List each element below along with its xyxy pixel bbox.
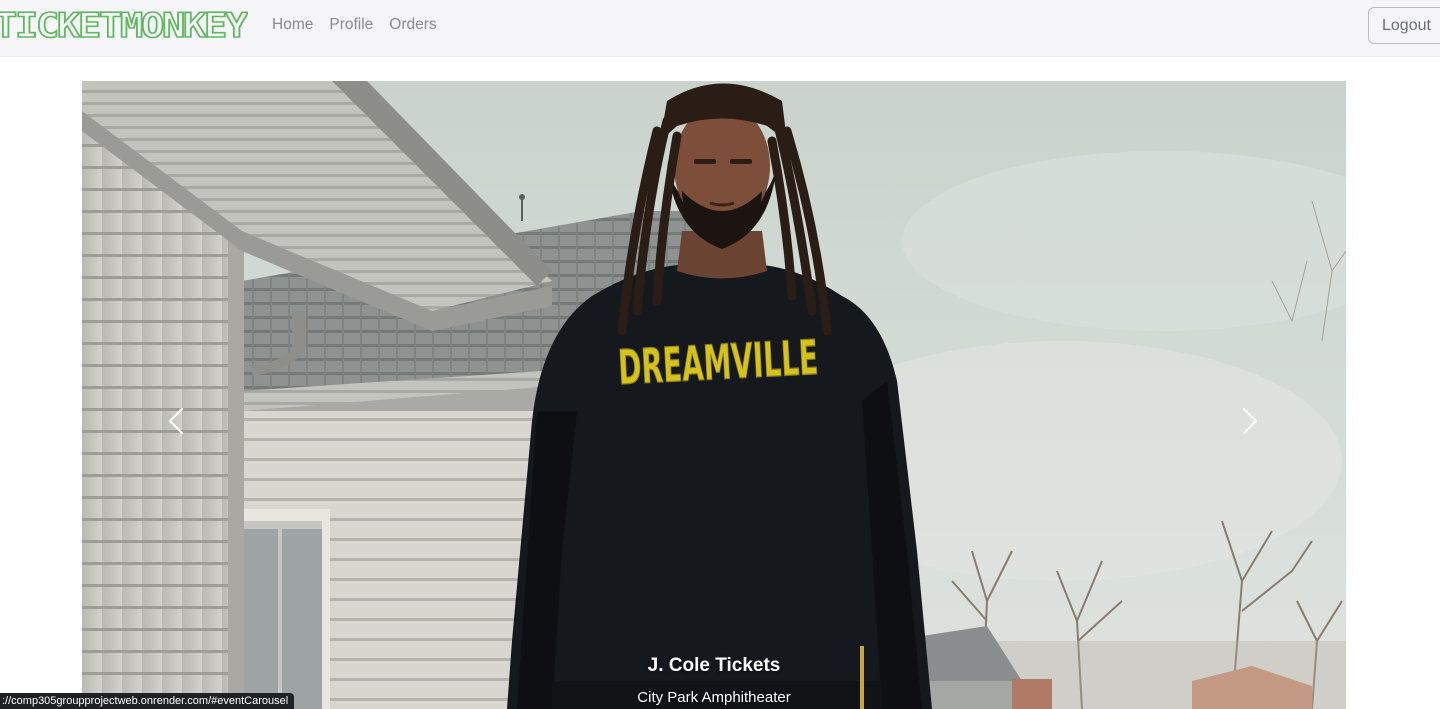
nav-link-home[interactable]: Home xyxy=(272,16,313,34)
navbar: .lg{font-family:"DejaVu Sans Mono",monos… xyxy=(0,0,1440,57)
logout-button[interactable]: Logout xyxy=(1368,7,1440,44)
nav-links: Home Profile Orders xyxy=(272,0,453,50)
chevron-right-icon xyxy=(1242,407,1258,435)
event-carousel: DREAMVILLE J. Cole Tickets City Park Amp… xyxy=(82,81,1346,709)
nav-link-orders[interactable]: Orders xyxy=(389,16,436,34)
svg-text:TICKETMONKEY: TICKETMONKEY xyxy=(0,6,248,44)
carousel-caption-title: J. Cole Tickets xyxy=(647,655,781,676)
chevron-left-icon xyxy=(168,407,184,435)
carousel-next-button[interactable] xyxy=(1230,401,1270,441)
brand-logo[interactable]: .lg{font-family:"DejaVu Sans Mono",monos… xyxy=(0,4,248,44)
carousel-caption-subtitle: City Park Amphitheater xyxy=(637,689,791,706)
sweater-print: DREAMVILLE xyxy=(617,330,820,396)
nav-link-profile[interactable]: Profile xyxy=(329,16,373,34)
carousel-prev-button[interactable] xyxy=(156,401,196,441)
carousel-slide-image: DREAMVILLE xyxy=(82,81,1346,709)
status-bar-url: ://comp305groupprojectweb.onrender.com/#… xyxy=(0,693,295,709)
